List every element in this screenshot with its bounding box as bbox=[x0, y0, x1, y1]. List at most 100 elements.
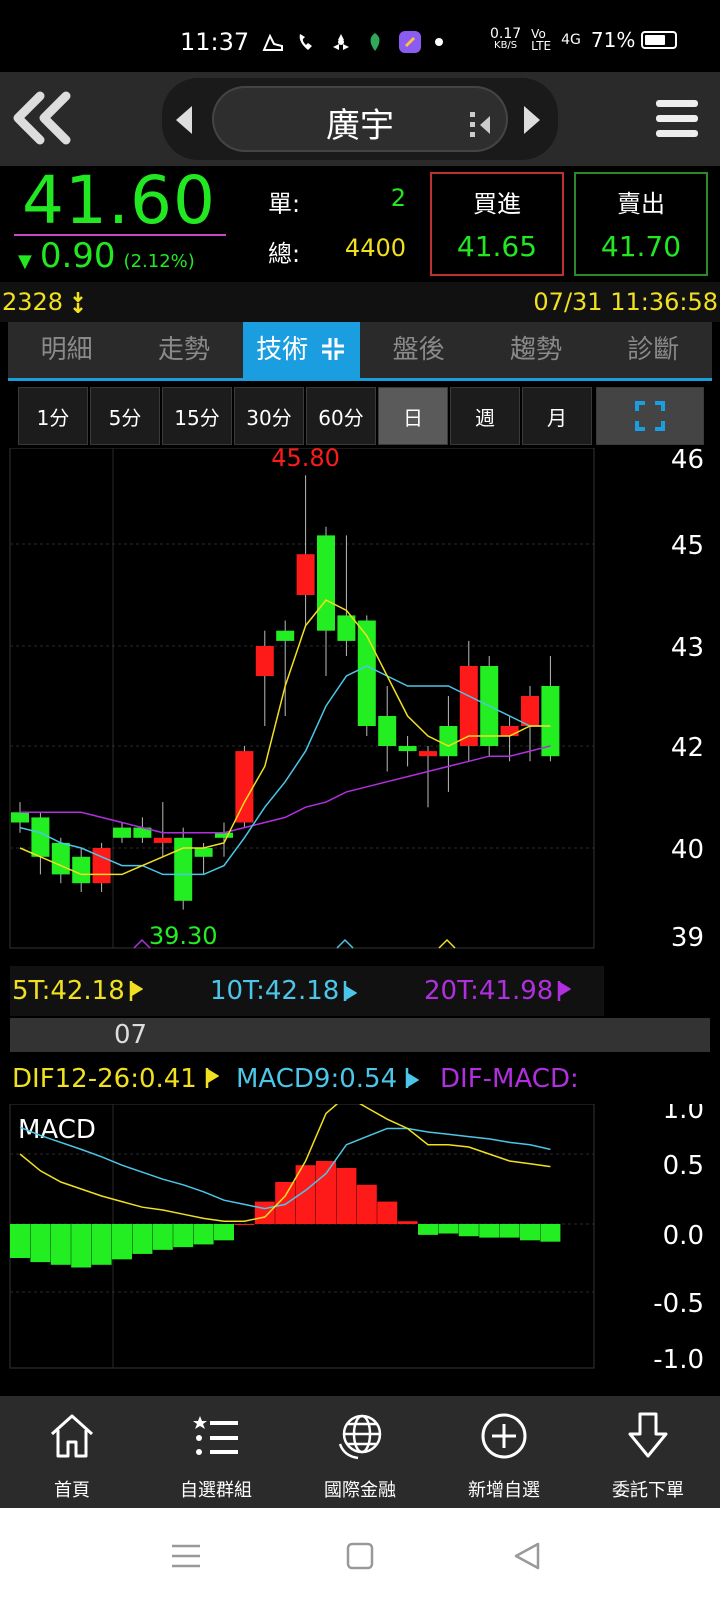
candle-body bbox=[235, 751, 254, 823]
date-label: 07 bbox=[114, 1020, 148, 1050]
period-selector: 1分 5分 15分 30分 60分 日 週 月 bbox=[18, 387, 706, 447]
macd9-legend: MACD9:0.54 bbox=[236, 1064, 420, 1094]
period-60min[interactable]: 60分 bbox=[306, 387, 376, 445]
candle-body bbox=[398, 746, 417, 752]
period-month[interactable]: 月 bbox=[522, 387, 592, 445]
osc-bar bbox=[418, 1224, 438, 1235]
nav-international-finance[interactable]: 國際金融 bbox=[288, 1396, 432, 1508]
net-speed: 0.17 KB/S bbox=[490, 26, 522, 51]
view-tabs: 明細 走勢 技術 盤後 趨勢 診斷 bbox=[8, 322, 712, 380]
y-tick-label: 42 bbox=[671, 733, 704, 763]
high-price-label: 45.80 bbox=[271, 448, 340, 472]
period-15min[interactable]: 15分 bbox=[162, 387, 232, 445]
sell-button[interactable]: 賣出 41.70 bbox=[574, 172, 708, 276]
candle-body bbox=[51, 842, 70, 875]
candle-body bbox=[296, 554, 315, 595]
candle-body bbox=[439, 726, 458, 757]
osc-bar bbox=[479, 1224, 500, 1238]
ma5-flag-icon bbox=[129, 981, 143, 1001]
y-tick-label: 39 bbox=[671, 923, 704, 953]
buy-label: 買進 bbox=[473, 190, 521, 218]
macd-chart[interactable]: 1.00.50.0-0.5-1.0MACD bbox=[0, 1104, 720, 1394]
nav-add-watchlist[interactable]: 新增自選 bbox=[432, 1396, 576, 1508]
tab-intraday[interactable]: 走勢 bbox=[125, 322, 242, 380]
osc-legend: DIF-MACD: bbox=[440, 1064, 579, 1094]
sort-toggle-icon[interactable] bbox=[468, 110, 494, 140]
nav-place-order[interactable]: 委託下單 bbox=[576, 1396, 720, 1508]
status-right: 0.17 KB/S Vo LTE 4G 71% bbox=[490, 26, 678, 52]
osc-bar bbox=[173, 1224, 194, 1248]
candle-body bbox=[72, 856, 91, 884]
battery: 71% bbox=[591, 28, 678, 52]
period-week[interactable]: 週 bbox=[450, 387, 520, 445]
buy-button[interactable]: 買進 41.65 bbox=[430, 172, 564, 276]
next-stock-icon[interactable] bbox=[520, 104, 544, 136]
period-30min[interactable]: 30分 bbox=[234, 387, 304, 445]
y-tick-label: 43 bbox=[671, 633, 704, 663]
osc-bar bbox=[71, 1224, 92, 1268]
candle-body bbox=[153, 837, 172, 843]
nav-home[interactable]: 首頁 bbox=[0, 1396, 144, 1508]
ma5-legend: 5T:42.18 bbox=[12, 976, 143, 1006]
candle-body bbox=[317, 535, 335, 631]
osc-bar bbox=[356, 1184, 377, 1224]
candle-body bbox=[521, 696, 539, 726]
y-tick-label: 45 bbox=[671, 531, 704, 561]
osc-bar bbox=[438, 1224, 459, 1234]
candle-body bbox=[113, 827, 131, 838]
down-arrow-icon: ▼ bbox=[18, 251, 32, 272]
dot-icon bbox=[435, 38, 443, 46]
tab-detail[interactable]: 明細 bbox=[8, 322, 125, 380]
osc-bar bbox=[112, 1224, 132, 1260]
back-double-chevron-icon[interactable] bbox=[10, 88, 74, 148]
date-axis: 07 bbox=[10, 1018, 710, 1052]
single-volume-value: 2 bbox=[390, 184, 406, 212]
prev-stock-icon[interactable] bbox=[172, 104, 196, 136]
stock-name-pill[interactable]: 廣宇 bbox=[212, 86, 508, 152]
macd-y-tick-label: 1.0 bbox=[663, 1104, 704, 1125]
osc-bar bbox=[540, 1224, 561, 1242]
candle-body bbox=[31, 817, 50, 857]
osc-bar bbox=[234, 1224, 255, 1225]
macd-y-tick-label: -1.0 bbox=[653, 1345, 704, 1375]
hamburger-menu-icon[interactable] bbox=[654, 96, 700, 142]
battery-icon bbox=[641, 31, 678, 49]
add-icon bbox=[481, 1413, 527, 1459]
ma10-legend: 10T:42.18 bbox=[210, 976, 358, 1006]
candle-body bbox=[194, 848, 213, 857]
osc-bar bbox=[214, 1224, 234, 1241]
candlestick-chart[interactable]: 46 45 43 42 40 39 45.80 39.30 bbox=[0, 448, 720, 962]
home-icon bbox=[50, 1414, 94, 1458]
period-day[interactable]: 日 bbox=[378, 387, 448, 445]
fullscreen-icon bbox=[635, 401, 665, 431]
recents-menu-icon[interactable] bbox=[166, 1536, 206, 1576]
tab-technical[interactable]: 技術 bbox=[242, 322, 360, 380]
fullscreen-button[interactable] bbox=[596, 387, 704, 445]
candle-body bbox=[419, 751, 437, 757]
buy-price: 41.65 bbox=[456, 230, 538, 263]
period-5min[interactable]: 5分 bbox=[90, 387, 160, 445]
osc-bar bbox=[336, 1168, 357, 1224]
candle-body bbox=[11, 812, 29, 823]
ma10-flag-icon bbox=[344, 981, 358, 1001]
period-1min[interactable]: 1分 bbox=[18, 387, 88, 445]
stock-name: 廣宇 bbox=[326, 106, 394, 146]
home-square-icon[interactable] bbox=[340, 1536, 380, 1576]
phone-icon bbox=[299, 34, 312, 50]
nav-watchlist-groups[interactable]: 自選群組 bbox=[144, 1396, 288, 1508]
macd-y-tick-label: 0.5 bbox=[663, 1151, 704, 1181]
tick-volume: 2328 bbox=[2, 288, 85, 316]
back-triangle-icon[interactable] bbox=[508, 1536, 548, 1576]
osc-bar bbox=[132, 1224, 153, 1254]
candle-body bbox=[500, 726, 519, 736]
collapse-icon[interactable] bbox=[320, 336, 346, 362]
macd-legend: DIF12-26:0.41 MACD9:0.54 DIF-MACD: bbox=[0, 1056, 604, 1104]
boot-icon bbox=[262, 33, 283, 51]
osc-bar bbox=[254, 1201, 275, 1224]
tab-after-hours[interactable]: 盤後 bbox=[360, 322, 477, 380]
osc-bar bbox=[499, 1224, 520, 1238]
leaf-app-icon bbox=[370, 33, 380, 51]
change-value: 0.90 bbox=[39, 236, 116, 276]
tab-trend[interactable]: 趨勢 bbox=[477, 322, 594, 380]
tab-diagnosis[interactable]: 診斷 bbox=[595, 322, 712, 380]
